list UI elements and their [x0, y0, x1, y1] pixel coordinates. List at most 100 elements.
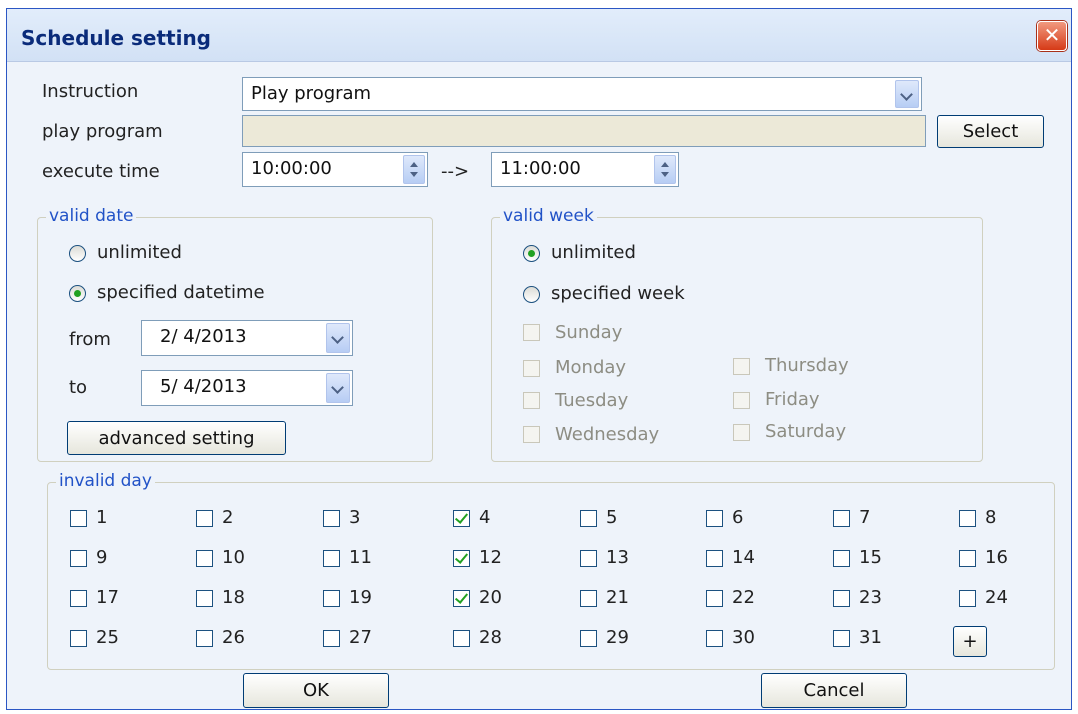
weekday-checkbox-wednesday[interactable]: [523, 426, 540, 443]
valid-date-unlimited-radio[interactable]: [69, 245, 86, 262]
invalid-day-label: 14: [732, 547, 755, 568]
to-date-value: 5/ 4/2013: [160, 376, 247, 397]
to-label: to: [69, 377, 88, 398]
dialog-title: Schedule setting: [21, 26, 211, 50]
invalid-day-label: 22: [732, 587, 755, 608]
weekday-checkbox-friday[interactable]: [733, 392, 750, 409]
invalid-day-checkbox-25[interactable]: [70, 630, 87, 647]
close-button[interactable]: ✕: [1037, 21, 1067, 51]
invalid-day-checkbox-1[interactable]: [70, 510, 87, 527]
cancel-button[interactable]: Cancel: [761, 673, 907, 708]
invalid-day-checkbox-26[interactable]: [196, 630, 213, 647]
execute-time-label: execute time: [42, 161, 160, 182]
instruction-select[interactable]: Play program: [242, 77, 922, 111]
invalid-day-label: 25: [96, 627, 119, 648]
invalid-day-label: 12: [479, 547, 502, 568]
schedule-setting-dialog: Schedule setting ✕ Instruction Play prog…: [6, 8, 1072, 710]
end-time-input[interactable]: 11:00:00: [491, 152, 679, 187]
invalid-day-label: 11: [349, 547, 372, 568]
invalid-day-checkbox-13[interactable]: [580, 550, 597, 567]
invalid-day-label: 2: [222, 507, 234, 528]
start-time-value: 10:00:00: [251, 158, 332, 179]
invalid-day-checkbox-19[interactable]: [323, 590, 340, 607]
invalid-day-checkbox-8[interactable]: [959, 510, 976, 527]
weekday-checkbox-sunday[interactable]: [523, 324, 540, 341]
weekday-checkbox-saturday[interactable]: [733, 424, 750, 441]
invalid-day-checkbox-17[interactable]: [70, 590, 87, 607]
invalid-day-title: invalid day: [56, 471, 155, 491]
from-label: from: [69, 329, 111, 350]
weekday-label: Wednesday: [555, 424, 660, 445]
invalid-day-checkbox-29[interactable]: [580, 630, 597, 647]
invalid-day-checkbox-20[interactable]: [453, 590, 470, 607]
invalid-day-label: 5: [606, 507, 618, 528]
valid-week-unlimited-radio[interactable]: [523, 245, 540, 262]
weekday-checkbox-monday[interactable]: [523, 360, 540, 377]
invalid-day-label: 1: [96, 507, 108, 528]
invalid-day-checkbox-14[interactable]: [706, 550, 723, 567]
invalid-day-checkbox-28[interactable]: [453, 630, 470, 647]
invalid-day-label: 6: [732, 507, 744, 528]
invalid-day-label: 30: [732, 627, 755, 648]
invalid-day-label: 20: [479, 587, 502, 608]
chevron-down-icon[interactable]: [326, 373, 350, 403]
valid-week-specified-label: specified week: [551, 283, 685, 304]
valid-week-specified-radio[interactable]: [523, 286, 540, 303]
to-date-picker[interactable]: 5/ 4/2013: [141, 370, 353, 406]
end-time-spinner[interactable]: [654, 155, 676, 184]
invalid-day-checkbox-22[interactable]: [706, 590, 723, 607]
valid-week-title: valid week: [500, 206, 597, 226]
ok-button[interactable]: OK: [243, 673, 389, 708]
invalid-day-label: 18: [222, 587, 245, 608]
instruction-value: Play program: [251, 83, 372, 104]
invalid-day-label: 27: [349, 627, 372, 648]
weekday-label: Saturday: [765, 421, 847, 442]
invalid-day-label: 16: [985, 547, 1008, 568]
invalid-day-checkbox-16[interactable]: [959, 550, 976, 567]
invalid-day-label: 23: [859, 587, 882, 608]
advanced-setting-button[interactable]: advanced setting: [67, 421, 286, 455]
valid-date-title: valid date: [46, 206, 137, 226]
invalid-day-checkbox-12[interactable]: [453, 550, 470, 567]
invalid-day-checkbox-7[interactable]: [833, 510, 850, 527]
weekday-checkbox-thursday[interactable]: [733, 358, 750, 375]
invalid-day-checkbox-6[interactable]: [706, 510, 723, 527]
chevron-down-icon[interactable]: [326, 323, 350, 353]
invalid-day-checkbox-11[interactable]: [323, 550, 340, 567]
chevron-down-icon[interactable]: [895, 80, 919, 108]
invalid-day-label: 24: [985, 587, 1008, 608]
invalid-day-checkbox-2[interactable]: [196, 510, 213, 527]
start-time-spinner[interactable]: [403, 155, 425, 184]
valid-date-specified-radio[interactable]: [69, 285, 86, 302]
invalid-day-checkbox-15[interactable]: [833, 550, 850, 567]
invalid-day-checkbox-4[interactable]: [453, 510, 470, 527]
invalid-day-label: 7: [859, 507, 871, 528]
invalid-day-checkbox-10[interactable]: [196, 550, 213, 567]
select-button[interactable]: Select: [937, 115, 1044, 148]
add-day-button[interactable]: +: [953, 626, 987, 657]
close-icon: ✕: [1043, 23, 1061, 47]
weekday-checkbox-tuesday[interactable]: [523, 392, 540, 409]
invalid-day-checkbox-21[interactable]: [580, 590, 597, 607]
invalid-day-checkbox-23[interactable]: [833, 590, 850, 607]
invalid-day-checkbox-31[interactable]: [833, 630, 850, 647]
invalid-day-label: 31: [859, 627, 882, 648]
invalid-day-label: 17: [96, 587, 119, 608]
title-bar[interactable]: Schedule setting ✕: [7, 9, 1071, 62]
from-date-picker[interactable]: 2/ 4/2013: [141, 320, 353, 356]
weekday-label: Friday: [765, 389, 820, 410]
invalid-day-checkbox-27[interactable]: [323, 630, 340, 647]
invalid-day-checkbox-9[interactable]: [70, 550, 87, 567]
invalid-day-label: 15: [859, 547, 882, 568]
invalid-day-checkbox-24[interactable]: [959, 590, 976, 607]
invalid-day-label: 13: [606, 547, 629, 568]
invalid-day-checkbox-5[interactable]: [580, 510, 597, 527]
play-program-label: play program: [42, 121, 163, 142]
invalid-day-checkbox-18[interactable]: [196, 590, 213, 607]
end-time-value: 11:00:00: [500, 158, 581, 179]
invalid-day-checkbox-30[interactable]: [706, 630, 723, 647]
invalid-day-label: 8: [985, 507, 997, 528]
start-time-input[interactable]: 10:00:00: [242, 152, 428, 187]
invalid-day-label: 29: [606, 627, 629, 648]
invalid-day-checkbox-3[interactable]: [323, 510, 340, 527]
